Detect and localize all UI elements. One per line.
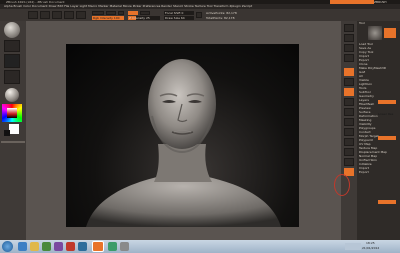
tool-thumb-orange[interactable] <box>384 28 396 38</box>
actual-button[interactable] <box>344 68 354 76</box>
rgb-intensity-slider[interactable]: Rgb Intensity 100 <box>92 16 124 20</box>
taskbar-folder-icon[interactable] <box>30 242 39 251</box>
active-points: ActivePoints: 82,178 <box>206 11 237 15</box>
divide-button[interactable] <box>378 136 396 140</box>
taskbar-app-icon-5[interactable] <box>120 242 129 251</box>
scroll-button[interactable] <box>344 44 354 52</box>
focal-shift-slider[interactable]: Focal Shift 0 <box>164 11 194 15</box>
highlight-circle <box>334 174 350 196</box>
left-tray-bar[interactable] <box>1 141 25 143</box>
material-sphere[interactable] <box>5 88 19 102</box>
tool-palette-header: Tool <box>359 21 365 25</box>
lower-res-label: Lower Res <box>378 112 394 116</box>
taskbar-zbrush-icon[interactable] <box>92 241 104 252</box>
zadd-button[interactable]: Zadd <box>128 11 138 27</box>
tool-item-export-2[interactable]: Export <box>359 170 399 174</box>
aahalf-button[interactable] <box>344 78 354 86</box>
z-intensity-label: Z Intensity 25 <box>129 16 150 20</box>
rgb-button[interactable]: Rgb <box>106 11 116 28</box>
clock-date[interactable]: 21/01/2012 <box>362 246 379 250</box>
lower-res-button[interactable]: Lower Res <box>378 100 396 116</box>
persp-button[interactable] <box>344 88 354 96</box>
taskbar-app-icon-4[interactable] <box>108 242 117 251</box>
local-button[interactable] <box>344 108 354 116</box>
spix-button[interactable] <box>344 34 354 42</box>
brush-sphere-thumbnail[interactable] <box>4 22 20 38</box>
secondary-color-swatch[interactable] <box>4 130 10 136</box>
taskbar-app-icon-1[interactable] <box>54 242 63 251</box>
move-button[interactable]: Move <box>52 11 62 28</box>
alpha-thumbnail[interactable] <box>4 54 20 68</box>
xyz-button[interactable] <box>344 118 354 126</box>
main-color-swatch[interactable] <box>9 124 19 134</box>
total-points: TotalPoints: 82,178 <box>206 16 235 20</box>
taskbar-app-icon-2[interactable] <box>66 242 75 251</box>
start-button[interactable] <box>2 241 13 252</box>
focal-shift-label: Focal Shift 0 <box>165 11 184 15</box>
m-button[interactable]: M <box>118 11 124 28</box>
rgb-intensity-label: Rgb Intensity 100 <box>93 16 120 20</box>
zoom-button[interactable] <box>344 54 354 62</box>
taskbar-media-icon[interactable] <box>42 242 51 251</box>
taskbar-app-icon-3[interactable] <box>78 242 87 251</box>
move-view-button[interactable] <box>344 138 354 146</box>
edit-button[interactable]: Edit <box>28 11 38 28</box>
scale-view-button[interactable] <box>344 148 354 156</box>
clock-time[interactable]: 18:25 <box>366 241 375 245</box>
tool-thumbnail[interactable] <box>368 26 382 40</box>
mrgb-button[interactable]: Mrgb <box>92 11 104 28</box>
rotate-view-button[interactable] <box>344 158 354 166</box>
color-picker-center <box>7 108 17 118</box>
zsub-button[interactable]: Zsub <box>140 11 150 28</box>
head-sculpt <box>86 59 281 227</box>
tool-list: Load Tool Save As Copy Tool Import Expor… <box>359 42 399 238</box>
rotate-button[interactable]: Rotate <box>76 11 87 28</box>
draw-size-slider[interactable]: Draw Size 64 <box>164 16 194 20</box>
color-picker[interactable] <box>2 104 22 122</box>
dynamic-button[interactable] <box>196 12 202 18</box>
stroke-thumbnail[interactable] <box>4 40 20 52</box>
canvas[interactable] <box>66 44 299 227</box>
tray-icons[interactable] <box>345 243 361 250</box>
frame-button[interactable] <box>344 128 354 136</box>
floor-button[interactable] <box>344 98 354 106</box>
bpr-button[interactable] <box>344 24 354 32</box>
z-intensity-slider[interactable]: Z Intensity 25 <box>128 16 160 20</box>
orange-slider[interactable] <box>378 200 396 204</box>
taskbar-ie-icon[interactable] <box>18 242 27 251</box>
draw-button[interactable]: Draw <box>40 11 50 28</box>
scale-button[interactable]: Scale <box>64 11 74 28</box>
texture-thumbnail[interactable] <box>4 70 20 84</box>
draw-size-label: Draw Size 64 <box>165 16 185 20</box>
